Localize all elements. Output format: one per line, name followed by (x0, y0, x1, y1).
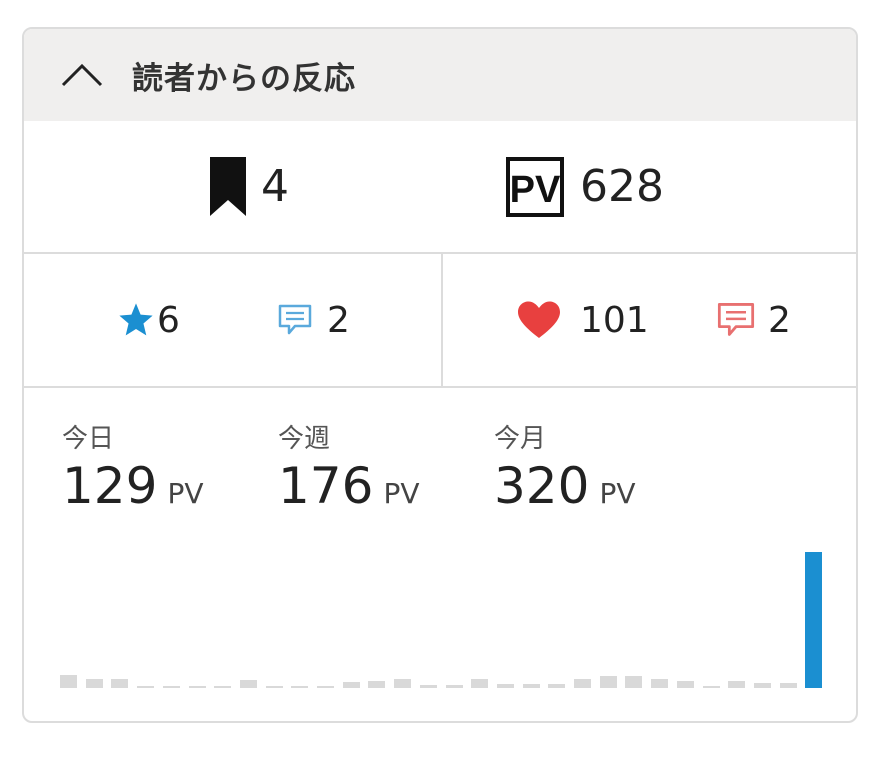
pv-bar (111, 679, 129, 688)
pv-week-unit: PV (383, 477, 420, 510)
pv-bar (522, 684, 540, 688)
pv-bar (445, 685, 463, 688)
pv-bar (188, 686, 206, 688)
card-title: 読者からの反応 (132, 60, 356, 97)
pv-bar (805, 552, 823, 688)
card-header[interactable]: 読者からの反応 (24, 29, 856, 121)
pv-week: 今週 176 PV (278, 424, 419, 514)
svg-text:PV: PV (510, 169, 561, 211)
like-count: 101 (580, 299, 649, 341)
pv-week-value: 176 (278, 457, 374, 515)
pv-bar (676, 681, 694, 688)
like-comment-stat[interactable]: 2 (716, 254, 791, 386)
reactions-row: 6 2 101 2 (24, 254, 856, 388)
pv-bar (85, 679, 103, 688)
pv-bar (342, 682, 360, 688)
pv-bar (779, 683, 797, 688)
pv-bar (728, 681, 746, 688)
pv-today-unit: PV (167, 477, 204, 510)
pv-month-value: 320 (494, 457, 590, 515)
pv-bar (599, 676, 617, 688)
bookmark-icon (210, 156, 246, 216)
pv-bar (265, 686, 283, 688)
like-stat[interactable]: 101 (516, 254, 649, 386)
pv-month: 今月 320 PV (494, 424, 635, 514)
pv-bar (574, 679, 591, 688)
pv-today: 今日 129 PV (62, 424, 203, 514)
pv-bar (60, 675, 77, 688)
chevron-up-icon[interactable] (60, 62, 104, 88)
pageview-stat: PV 628 (506, 121, 664, 252)
pv-bar (368, 681, 386, 688)
pv-bar (702, 686, 720, 688)
pageview-count: 628 (580, 161, 664, 212)
pv-bar (548, 684, 566, 688)
pv-bar (214, 686, 232, 688)
pv-bar-chart (60, 548, 823, 688)
pv-bar (471, 679, 489, 688)
star-stat[interactable]: 6 (117, 254, 180, 386)
star-icon (119, 303, 153, 336)
star-comment-count: 2 (327, 299, 350, 341)
pv-bar (137, 686, 155, 688)
star-count: 6 (157, 299, 180, 341)
pv-bar (625, 676, 643, 688)
pv-week-label: 今週 (278, 424, 331, 454)
bookmark-count: 4 (261, 161, 289, 212)
reader-reactions-card: 読者からの反応 4 PV 628 6 2 101 2 今日 129 PV 今週 … (22, 27, 858, 723)
pv-bar (239, 680, 257, 688)
pv-today-value: 129 (62, 457, 158, 515)
pv-bar (496, 684, 514, 688)
pv-today-label: 今日 (62, 424, 115, 454)
bookmark-stat[interactable]: 4 (209, 121, 289, 252)
pv-bar (317, 686, 334, 688)
pv-bar (394, 679, 412, 688)
like-comment-count: 2 (768, 299, 791, 341)
pv-month-label: 今月 (494, 424, 547, 454)
pv-bar (291, 686, 309, 688)
star-comment-stat[interactable]: 2 (277, 254, 350, 386)
comment-icon (278, 304, 312, 335)
pv-bar (419, 685, 437, 688)
pv-bar (651, 679, 669, 688)
pv-bar (162, 686, 180, 688)
comment-icon (717, 303, 755, 336)
heart-icon (518, 301, 560, 338)
summary-row: 4 PV 628 (24, 121, 856, 254)
pv-month-unit: PV (599, 477, 636, 510)
pv-badge-icon: PV (506, 156, 564, 217)
pv-bar (753, 683, 771, 688)
pv-stats-section: 今日 129 PV 今週 176 PV 今月 320 PV (24, 388, 856, 721)
reactions-divider (441, 254, 443, 386)
